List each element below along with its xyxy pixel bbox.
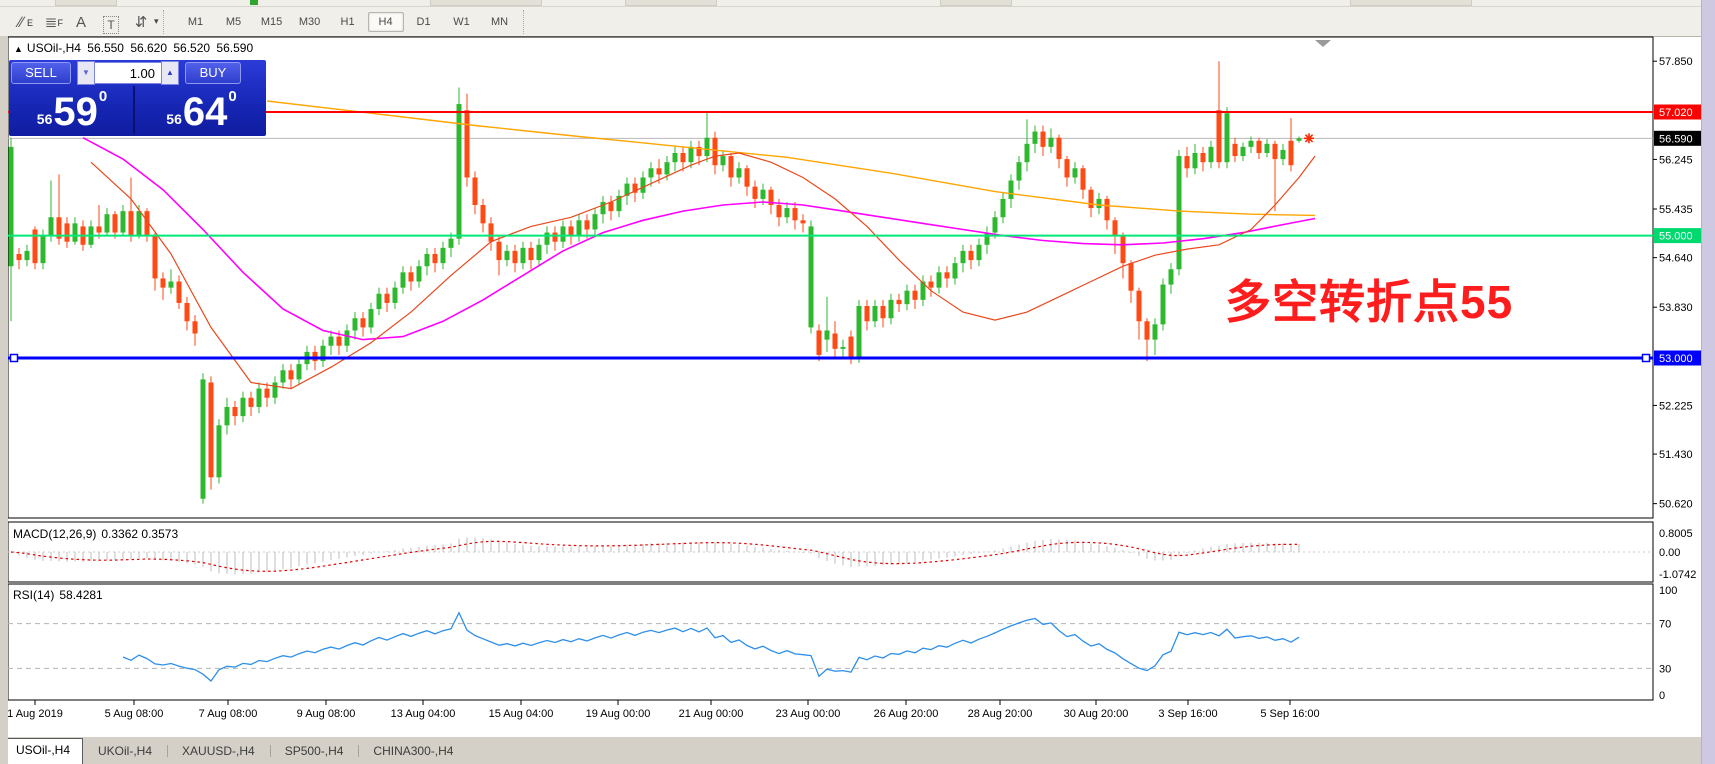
svg-text:53.000: 53.000 — [1659, 353, 1693, 365]
svg-text:-1.0742: -1.0742 — [1659, 569, 1696, 581]
svg-text:50.620: 50.620 — [1659, 499, 1693, 511]
chart-tab-usoilh4[interactable]: USOil-,H4 — [3, 738, 83, 764]
svg-text:70: 70 — [1659, 619, 1671, 631]
sell-price-point: 0 — [99, 88, 107, 105]
time-label: 13 Aug 04:00 — [391, 708, 456, 720]
volume-decrease-button[interactable]: ▼ — [77, 61, 95, 85]
time-label: 7 Aug 08:00 — [199, 708, 258, 720]
one-click-trading-panel: SELL ▼ ▲ BUY 56 59 0 56 64 0 — [9, 60, 266, 136]
svg-text:0: 0 — [1659, 690, 1665, 702]
svg-text:54.640: 54.640 — [1659, 253, 1693, 265]
chart-symbol-period: USOil-,H4 — [27, 41, 81, 55]
time-label: 3 Sep 16:00 — [1158, 708, 1217, 720]
time-label: 19 Aug 00:00 — [586, 708, 651, 720]
chart-tab-sp500h4[interactable]: SP500-,H4 — [270, 740, 359, 764]
time-label: 28 Aug 20:00 — [968, 708, 1033, 720]
hline-handle[interactable] — [1643, 355, 1650, 362]
rsi-name: RSI(14) — [13, 588, 54, 602]
time-label: 9 Aug 08:00 — [297, 708, 356, 720]
sell-price-major: 56 — [37, 111, 53, 127]
svg-text:100: 100 — [1659, 585, 1677, 597]
chart-tab-china300h4[interactable]: CHINA300-,H4 — [358, 740, 468, 764]
buy-price-pips: 64 — [183, 94, 228, 130]
bar-close: 56.590 — [216, 41, 253, 55]
svg-text:57.020: 57.020 — [1659, 107, 1693, 119]
time-label: 26 Aug 20:00 — [874, 708, 939, 720]
left-margin — [0, 36, 8, 764]
buy-button[interactable]: BUY — [185, 62, 241, 84]
chart-tab-bar: USOil-,H4UKOil-,H4XAUUSD-,H4SP500-,H4CHI… — [0, 737, 1701, 764]
rsi-panel — [8, 584, 1653, 700]
time-label: 21 Aug 00:00 — [679, 708, 744, 720]
time-label: 30 Aug 20:00 — [1064, 708, 1129, 720]
svg-text:0.00: 0.00 — [1659, 547, 1680, 559]
sell-button[interactable]: SELL — [11, 62, 71, 84]
bar-low: 56.520 — [173, 41, 210, 55]
buy-price[interactable]: 56 64 0 — [139, 86, 264, 134]
bar-open: 56.550 — [87, 41, 124, 55]
chart-tab-ukoilh4[interactable]: UKOil-,H4 — [83, 740, 167, 764]
svg-text:55.435: 55.435 — [1659, 204, 1693, 216]
trend-up-icon: ▲ — [14, 44, 23, 54]
buy-price-major: 56 — [166, 111, 182, 127]
svg-text:56.245: 56.245 — [1659, 154, 1693, 166]
sell-price[interactable]: 56 59 0 — [11, 86, 135, 134]
volume-input[interactable] — [95, 62, 161, 84]
hline-handle[interactable] — [11, 355, 18, 362]
svg-text:51.430: 51.430 — [1659, 449, 1693, 461]
svg-text:52.225: 52.225 — [1659, 400, 1693, 412]
svg-text:30: 30 — [1659, 663, 1671, 675]
time-label: 23 Aug 00:00 — [776, 708, 841, 720]
svg-text:0.8005: 0.8005 — [1659, 528, 1693, 540]
time-label: 5 Aug 08:00 — [105, 708, 164, 720]
chart-tab-xauusdh4[interactable]: XAUUSD-,H4 — [167, 740, 270, 764]
rsi-value: 58.4281 — [59, 588, 102, 602]
svg-text:55.000: 55.000 — [1659, 231, 1693, 243]
svg-text:56.590: 56.590 — [1659, 133, 1693, 145]
price-axis[interactable]: 57.020 55.000 53.000 56.590 57.850 56.245 55.4… — [1653, 56, 1703, 702]
volume-increase-button[interactable]: ▲ — [161, 61, 179, 85]
svg-text:57.850: 57.850 — [1659, 56, 1693, 68]
svg-text:53.830: 53.830 — [1659, 302, 1693, 314]
bar-high: 56.620 — [130, 41, 167, 55]
time-axis[interactable]: 1 Aug 2019 5 Aug 08:00 7 Aug 08:00 9 Aug 08… — [7, 700, 1320, 720]
chart-annotation-text: 多空转折点55 — [1225, 266, 1513, 332]
mt4-window: ∕∕E≣FAT⇵ ▾ M1M5M15M30H1H4D1W1MN 57.02055… — [0, 0, 1715, 764]
time-label: 5 Sep 16:00 — [1260, 708, 1319, 720]
time-label: 15 Aug 04:00 — [489, 708, 554, 720]
macd-name: MACD(12,26,9) — [13, 527, 96, 541]
macd-values: 0.3362 0.3573 — [101, 527, 178, 541]
rsi-label: RSI(14) 58.4281 — [13, 588, 108, 602]
chart-ohlc-title: ▲ USOil-,H4 56.550 56.620 56.520 56.590 — [14, 41, 256, 55]
window-edge-strip — [1701, 0, 1715, 764]
macd-label: MACD(12,26,9) 0.3362 0.3573 — [13, 527, 183, 541]
sell-price-pips: 59 — [53, 94, 98, 130]
buy-price-point: 0 — [228, 88, 236, 105]
time-label: 1 Aug 2019 — [7, 708, 63, 720]
